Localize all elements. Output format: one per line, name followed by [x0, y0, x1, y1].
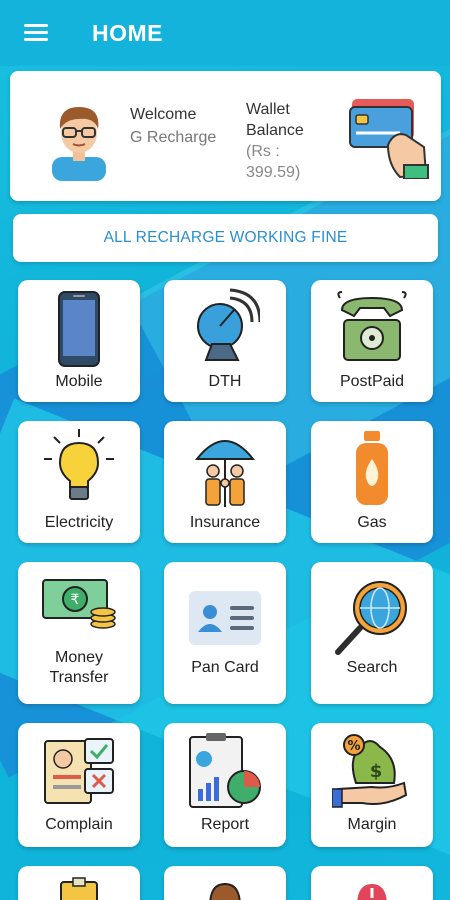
power-icon — [357, 884, 387, 900]
light-bulb-icon — [44, 429, 114, 500]
money-bag-hand-icon: $ % — [332, 734, 408, 808]
tile-label: Search — [346, 659, 398, 676]
tile-partial-3[interactable] — [311, 866, 433, 900]
tile-postpaid[interactable]: PostPaid — [311, 280, 433, 402]
tile-gas[interactable]: Gas — [311, 421, 433, 543]
svg-text:%: % — [347, 739, 360, 754]
tile-pan-card[interactable]: Pan Card — [164, 562, 286, 704]
gas-cylinder-icon — [356, 431, 388, 505]
tile-insurance[interactable]: Insurance — [164, 421, 286, 543]
wallet-card: Welcome G Recharge Wallet Balance (Rs : … — [10, 71, 441, 201]
tile-label: Gas — [357, 514, 387, 531]
hamburger-menu-icon[interactable] — [24, 24, 48, 42]
tile-label-line2: Transfer — [49, 669, 109, 686]
tile-label-line1: Money — [54, 649, 104, 666]
tile-report[interactable]: Report — [164, 723, 286, 847]
user-avatar-icon — [52, 107, 106, 181]
balance-amount-line2: 399.59) — [246, 164, 301, 181]
tile-electricity[interactable]: Electricity — [18, 421, 140, 543]
tile-label: Pan Card — [191, 659, 259, 676]
tile-mobile[interactable]: Mobile — [18, 280, 140, 402]
user-name: G Recharge — [130, 129, 217, 146]
svg-text:$: $ — [370, 761, 383, 782]
wallet-book-icon — [60, 877, 98, 900]
tile-search[interactable]: Search — [311, 562, 433, 704]
money-icon: ₹ — [42, 579, 116, 629]
svg-text:₹: ₹ — [71, 592, 80, 608]
tile-margin[interactable]: $ % Margin — [311, 723, 433, 847]
tile-label: Margin — [347, 816, 397, 833]
report-chart-icon — [189, 733, 261, 808]
id-card-icon — [189, 591, 261, 645]
tile-money-transfer[interactable]: ₹ Money Transfer — [18, 562, 140, 704]
magnifier-globe-icon — [335, 581, 407, 655]
tile-label: Mobile — [55, 373, 103, 390]
tile-label: Electricity — [44, 514, 114, 531]
satellite-dish-icon — [197, 288, 260, 361]
tile-label: Insurance — [189, 514, 261, 531]
wallet-balance: Wallet Balance (Rs : 399.59) — [246, 101, 304, 181]
telephone-icon — [337, 291, 407, 361]
mobile-phone-icon — [58, 291, 100, 367]
family-umbrella-icon — [195, 440, 255, 507]
complaint-form-icon — [44, 738, 114, 804]
tile-partial-2[interactable] — [164, 866, 286, 900]
balance-amount-line1: (Rs : — [246, 143, 280, 160]
welcome-text: Welcome G Recharge — [130, 103, 216, 149]
status-banner: ALL RECHARGE WORKING FINE — [13, 214, 438, 262]
tile-label: Complain — [45, 816, 113, 833]
app-bar: HOME — [0, 0, 450, 66]
tile-label: PostPaid — [339, 373, 405, 390]
tile-label: Report — [200, 816, 250, 833]
credit-card-hand-icon — [349, 99, 429, 179]
tile-dth[interactable]: DTH — [164, 280, 286, 402]
tile-complain[interactable]: Complain — [18, 723, 140, 847]
tile-partial-1[interactable] — [18, 866, 140, 900]
tile-label: DTH — [208, 373, 242, 390]
person-icon — [209, 882, 241, 900]
page-title: HOME — [92, 19, 163, 46]
